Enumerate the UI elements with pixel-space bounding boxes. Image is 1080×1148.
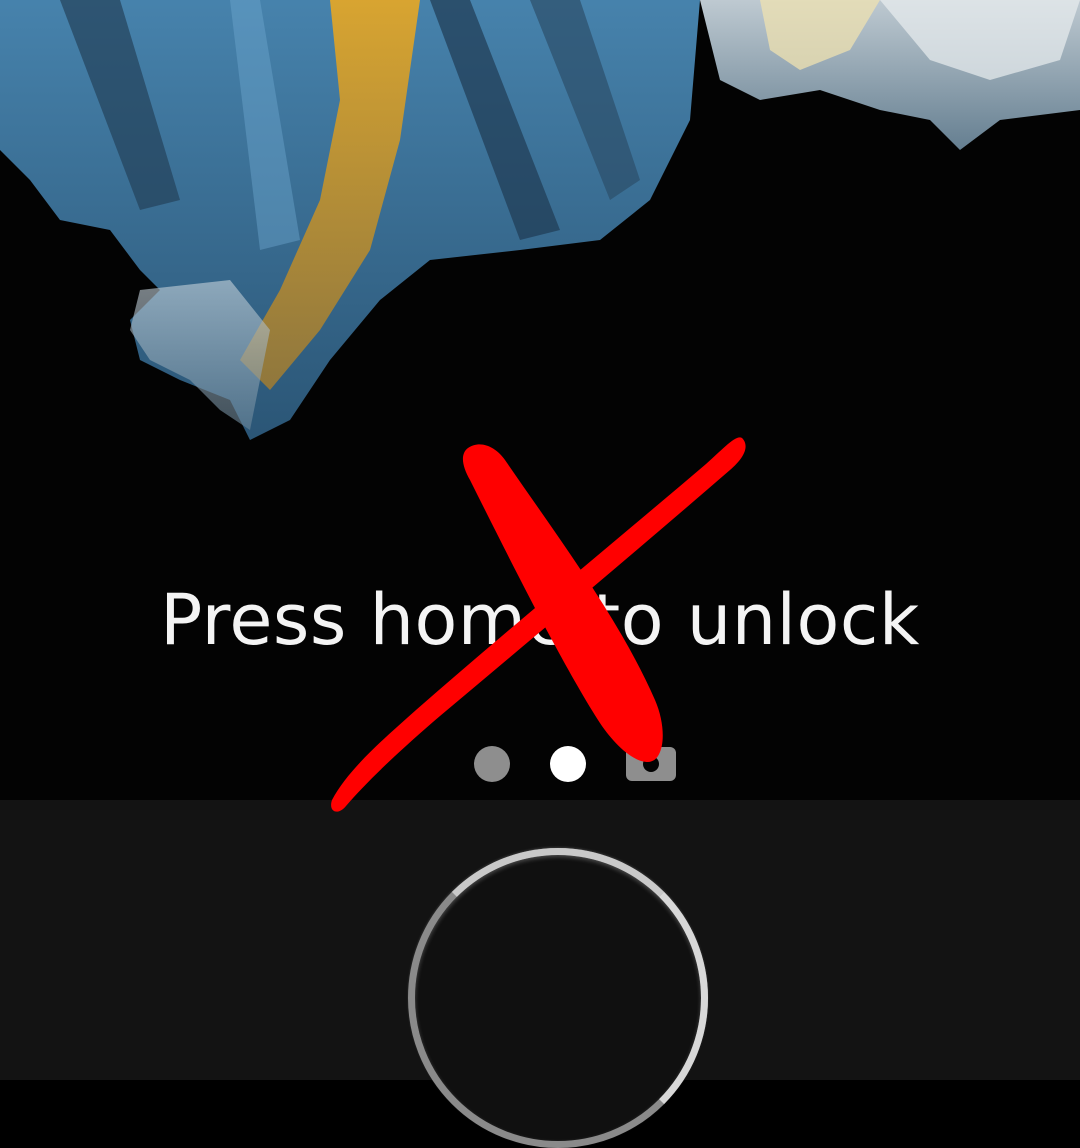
unlock-hint-text: Press home to unlock [160,579,920,661]
camera-icon[interactable] [626,747,676,781]
page-indicator [0,744,1080,784]
page-dot-inactive[interactable] [474,746,510,782]
home-button[interactable] [408,848,708,1148]
wallpaper-image [0,0,1080,440]
page-dot-active[interactable] [550,746,586,782]
lock-screen: Press home to unlock [0,0,1080,800]
